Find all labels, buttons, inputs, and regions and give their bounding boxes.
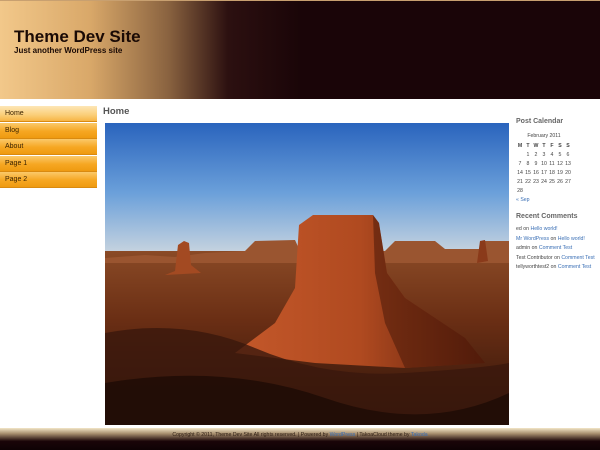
comment-author: Test Contributor [516,254,553,261]
comment-post-link[interactable]: Comment Test [561,255,594,261]
calendar-date-cell: 10 [541,160,547,167]
calendar-week-row: 14 15 16 17 18 19 20 [516,168,572,177]
calendar-date-cell: 13 [565,160,571,167]
calendar-date-cell: 14 [517,169,523,176]
calendar-date-cell: 1 [526,151,530,158]
comment-item: Mr WordPress on Hello world! [516,236,600,246]
recent-comments-list: ed on Hello world! Mr WordPress on Hello… [516,226,600,274]
calendar-day-label: F [550,142,554,149]
calendar-day-label: T [526,142,530,149]
calendar-date-cell: 6 [566,151,570,158]
calendar-date-cell: 27 [565,178,571,185]
calendar-date-cell: 16 [533,169,539,176]
calendar-day-label: S [566,142,570,149]
calendar-date-cell: 24 [541,178,547,185]
main-nav: Home Blog About Page 1 Page 2 [0,106,97,189]
comment-post-link[interactable]: Comment Test [558,264,591,270]
calendar-date-cell: 15 [525,169,531,176]
calendar-date-cell: 23 [533,178,539,185]
site-header: Theme Dev Site Just another WordPress si… [0,0,600,99]
footer-wordpress-link[interactable]: WordPress [330,432,356,438]
comment-post-link[interactable]: Hello world! [530,226,557,232]
comment-author[interactable]: Mr WordPress [516,236,549,242]
calendar-day-label: S [558,142,562,149]
calendar-heading: Post Calendar [516,118,564,125]
calendar-date-cell: 20 [565,169,571,176]
comment-item: Test Contributor on Comment Test [516,255,600,265]
calendar-date-cell: 5 [558,151,562,158]
calendar-date-cell: 8 [526,160,530,167]
calendar-day-label: M [517,142,523,149]
nav-item-page-2[interactable]: Page 2 [0,172,97,189]
calendar-date-cell: 7 [518,160,522,167]
comment-item: admin on Comment Test [516,245,600,255]
comment-on-text: on [531,245,538,251]
footer-theme-credit: | TakoaCloud theme by [356,432,410,438]
site-tagline: Just another WordPress site [14,46,123,55]
page-title: Home [103,106,130,117]
nav-item-blog[interactable]: Blog [0,122,97,139]
calendar-prev-link[interactable]: « Sep [516,197,600,203]
calendar-date-cell: 2 [534,151,538,158]
hero-image [105,123,509,425]
calendar-date-cell: 9 [534,160,538,167]
calendar-date-cell [524,186,532,195]
comment-post-link[interactable]: Comment Test [539,245,572,251]
calendar-date-cell [540,186,548,195]
calendar-date-cell: 4 [550,151,554,158]
calendar-date-cell: 25 [549,178,555,185]
site-title[interactable]: Theme Dev Site [14,27,141,47]
calendar-date-cell: 17 [541,169,547,176]
calendar-header-row: M T W T F S S [516,141,572,150]
calendar-table: M T W T F S S 1 2 3 4 5 6 7 8 9 10 11 12… [516,141,572,195]
calendar-caption: February 2011 [527,133,561,139]
calendar-date-cell: 28 [517,187,523,194]
comment-on-text: on [550,235,557,242]
calendar-day-label: T [542,142,546,149]
calendar-date-cell [564,186,572,195]
footer-text: Copyright © 2011, Theme Dev Site All rig… [0,432,600,438]
calendar-date-cell: 3 [542,151,546,158]
calendar-week-row: 7 8 9 10 11 12 13 [516,159,572,168]
comment-author: ed [516,226,522,232]
calendar-date-cell: 18 [549,169,555,176]
nav-item-home[interactable]: Home [0,106,97,122]
calendar-week-row: 1 2 3 4 5 6 [516,150,572,159]
site-footer: Copyright © 2011, Theme Dev Site All rig… [0,428,600,450]
recent-comments-heading: Recent Comments [516,213,578,220]
calendar-date-cell [556,186,564,195]
footer-author-link[interactable]: Takoda [411,432,428,438]
calendar-date-cell: 12 [557,160,563,167]
calendar-date-cell [548,186,556,195]
nav-item-about[interactable]: About [0,139,97,156]
comment-author: tellyworthtest2 [516,264,550,270]
desert-butte-illustration [105,123,509,425]
comment-post-link[interactable]: Hello world! [558,236,585,242]
calendar-date-cell [516,150,524,159]
nav-item-page-1[interactable]: Page 1 [0,155,97,172]
calendar-date-cell: 21 [517,178,523,185]
right-sidebar: Post Calendar February 2011 M T W T F S … [516,118,600,274]
comment-on-text: on [554,254,560,261]
calendar-date-cell: 19 [557,169,563,176]
calendar-week-row: 28 [516,186,572,195]
comment-item: tellyworthtest2 on Comment Test [516,264,600,274]
calendar-week-row: 21 22 23 24 25 26 27 [516,177,572,186]
comment-author: admin [516,245,531,251]
calendar-day-label: W [533,142,539,149]
calendar-date-cell [532,186,540,195]
calendar-date-cell: 11 [549,160,555,167]
calendar-date-cell: 22 [525,178,531,185]
footer-copyright: Copyright © 2011, Theme Dev Site All rig… [172,432,329,438]
comment-on-text: on [550,264,557,270]
comment-on-text: on [523,226,530,232]
calendar-date-cell: 26 [557,178,563,185]
comment-item: ed on Hello world! [516,226,600,236]
